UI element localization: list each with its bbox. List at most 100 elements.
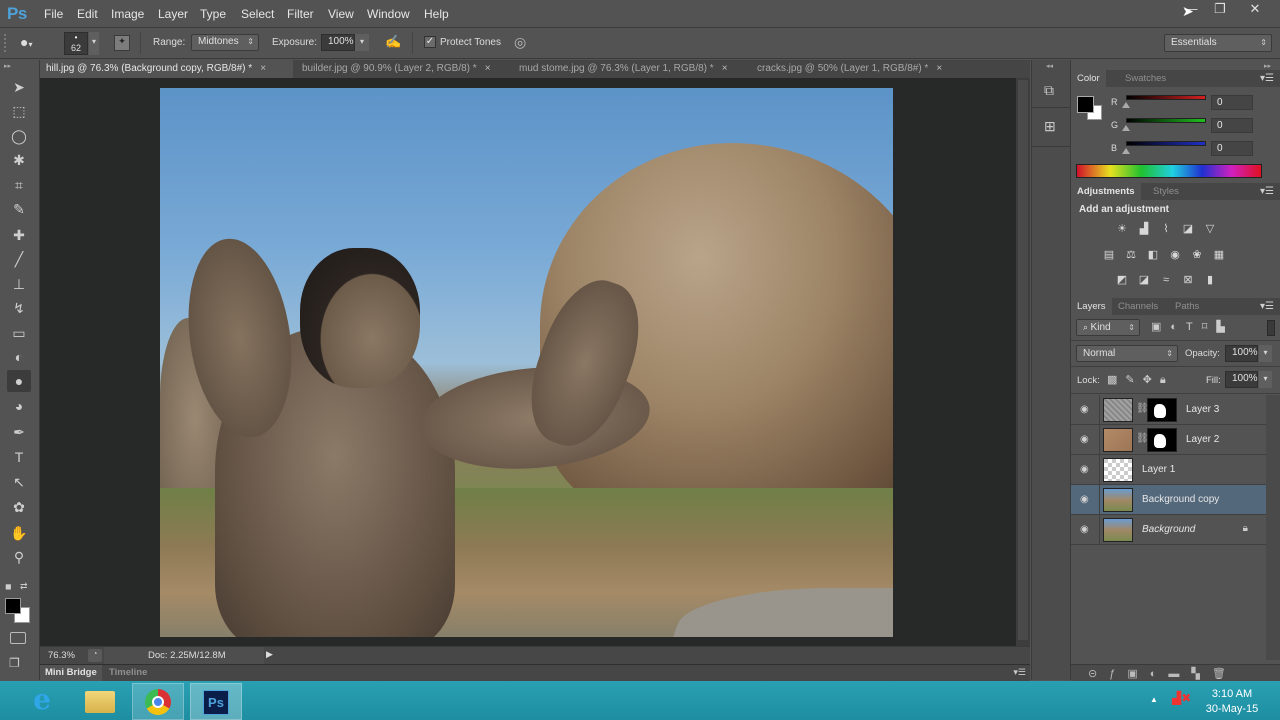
menu-select[interactable]: Select bbox=[241, 7, 274, 21]
filter-toggle[interactable] bbox=[1267, 320, 1275, 336]
adjustment-icon[interactable]: ◪ bbox=[1136, 273, 1152, 287]
move-tool-icon[interactable]: ➤ bbox=[7, 76, 31, 98]
adjustments-panel-menu-icon[interactable]: ▾☰ bbox=[1260, 183, 1274, 200]
layer-row[interactable]: ◉ Background copy bbox=[1071, 485, 1266, 515]
status-menu-arrow[interactable]: ▶ bbox=[266, 649, 273, 660]
adjustment-icon[interactable]: ▮ bbox=[1202, 273, 1218, 287]
tab-swatches[interactable]: Swatches bbox=[1119, 70, 1172, 87]
menu-image[interactable]: Image bbox=[111, 7, 144, 21]
photoshop-taskbar-icon[interactable]: Ps bbox=[190, 683, 242, 720]
layers-footer-icons[interactable]: ⊝ƒ▣◐▬▚🗑︎ bbox=[1088, 667, 1238, 680]
tab-adjustments[interactable]: Adjustments bbox=[1071, 183, 1141, 200]
layer-filter-icons[interactable]: ▣◐T⌑▙ bbox=[1151, 320, 1234, 333]
layers-scrollbar[interactable] bbox=[1266, 395, 1280, 660]
layer-mask-thumbnail[interactable] bbox=[1147, 398, 1177, 422]
fill-dropdown[interactable]: ▾ bbox=[1259, 371, 1272, 388]
adjustment-icon[interactable]: ◧ bbox=[1145, 248, 1161, 262]
layer-name[interactable]: Layer 3 bbox=[1186, 404, 1219, 415]
tab-mini-bridge[interactable]: Mini Bridge bbox=[40, 665, 102, 681]
layer-row[interactable]: ◉ Background 🔒︎ bbox=[1071, 515, 1266, 545]
custom-shape-tool-icon[interactable]: ✿ bbox=[7, 496, 31, 518]
show-hidden-icons[interactable]: ▲ bbox=[1150, 695, 1158, 704]
type-tool-icon[interactable]: T bbox=[7, 446, 31, 468]
tab-timeline[interactable]: Timeline bbox=[104, 665, 152, 681]
channel-g-value[interactable]: 0 bbox=[1211, 118, 1253, 133]
exposure-input[interactable]: 100% bbox=[321, 34, 355, 51]
layer-row[interactable]: ◉ ⛓ Layer 3 bbox=[1071, 395, 1266, 425]
layer-name[interactable]: Layer 1 bbox=[1142, 464, 1175, 475]
properties-panel-icon[interactable]: ⊞ bbox=[1044, 118, 1056, 135]
protect-tones-checkbox[interactable]: ✓ bbox=[424, 36, 436, 48]
workspace-switcher[interactable]: Essentials ⇕ bbox=[1164, 34, 1272, 52]
network-status-icon[interactable]: ▟✖ bbox=[1172, 691, 1191, 705]
adjustment-icon[interactable]: ▽ bbox=[1202, 222, 1218, 236]
internet-explorer-icon[interactable]: e bbox=[16, 683, 68, 720]
range-select[interactable]: Midtones ⇕ bbox=[191, 34, 259, 51]
channel-b-value[interactable]: 0 bbox=[1211, 141, 1253, 156]
pressure-size-icon[interactable]: ◎ bbox=[514, 34, 526, 51]
color-panel-menu-icon[interactable]: ▾☰ bbox=[1260, 70, 1274, 87]
adjustment-icon[interactable]: ❀ bbox=[1189, 248, 1205, 262]
swap-colors-icon[interactable]: ⇄ bbox=[20, 581, 28, 592]
brush-tool-icon[interactable]: ╱ bbox=[7, 248, 31, 270]
collapse-panels-icon[interactable]: ▸▸ bbox=[1264, 62, 1271, 70]
foreground-color-chip[interactable] bbox=[1077, 96, 1094, 113]
burn-tool-preset-icon[interactable]: ●▾ bbox=[20, 34, 32, 50]
visibility-eye-icon[interactable]: ◉ bbox=[1080, 464, 1089, 475]
channel-g-slider[interactable] bbox=[1126, 118, 1206, 123]
menu-help[interactable]: Help bbox=[424, 7, 449, 21]
marquee-tool-icon[interactable]: ⬚ bbox=[7, 100, 31, 122]
tab-layers[interactable]: Layers bbox=[1071, 298, 1112, 315]
restore-button[interactable]: ❐ bbox=[1203, 0, 1237, 20]
visibility-eye-icon[interactable]: ◉ bbox=[1080, 494, 1089, 505]
zoom-tool-icon[interactable]: ⚲ bbox=[7, 546, 31, 568]
adjustment-icon[interactable]: ◪ bbox=[1180, 222, 1196, 236]
menu-file[interactable]: File bbox=[44, 7, 63, 21]
tab-channels[interactable]: Channels bbox=[1112, 298, 1164, 315]
opacity-input[interactable]: 100% bbox=[1225, 345, 1258, 362]
menu-filter[interactable]: Filter bbox=[287, 7, 314, 21]
paint-bucket-tool-icon[interactable]: ◐ bbox=[7, 346, 31, 368]
tab-hill[interactable]: hill.jpg @ 76.3% (Background copy, RGB/8… bbox=[40, 60, 293, 78]
zoom-level[interactable]: 76.3% bbox=[48, 650, 75, 661]
adjustment-icon[interactable]: ☀ bbox=[1114, 222, 1130, 236]
exposure-dropdown[interactable]: ▾ bbox=[355, 34, 369, 51]
tab-paths[interactable]: Paths bbox=[1169, 298, 1205, 315]
menu-layer[interactable]: Layer bbox=[158, 7, 188, 21]
adjustment-icon[interactable]: ◉ bbox=[1167, 248, 1183, 262]
color-spectrum-bar[interactable] bbox=[1076, 164, 1262, 178]
dodge-tool-icon[interactable]: ◕ bbox=[7, 395, 31, 417]
close-tab-icon[interactable]: × bbox=[485, 63, 491, 74]
collapse-toolbar-icon[interactable]: ▸▸ bbox=[4, 62, 11, 70]
crop-tool-icon[interactable]: ⌗ bbox=[7, 174, 31, 196]
close-tab-icon[interactable]: × bbox=[936, 63, 942, 74]
adjustment-icon[interactable]: ▟ bbox=[1136, 222, 1152, 236]
tab-builder[interactable]: builder.jpg @ 90.9% (Layer 2, RGB/8) * × bbox=[296, 60, 497, 78]
opacity-dropdown[interactable]: ▾ bbox=[1259, 345, 1272, 362]
pen-tool-icon[interactable]: ✒ bbox=[7, 421, 31, 443]
hand-tool-icon[interactable]: ✋ bbox=[7, 522, 31, 544]
menu-type[interactable]: Type bbox=[200, 7, 226, 21]
tab-cracks[interactable]: cracks.jpg @ 50% (Layer 1, RGB/8#) * × bbox=[751, 60, 948, 78]
layer-row[interactable]: ◉ ⛓ Layer 2 bbox=[1071, 425, 1266, 455]
brush-size-dropdown[interactable]: ▾ bbox=[89, 32, 99, 55]
foreground-color-swatch[interactable] bbox=[5, 598, 21, 614]
close-button[interactable]: ✕ bbox=[1238, 0, 1272, 20]
history-panel-icon[interactable]: ⧉ bbox=[1044, 82, 1054, 99]
taskbar-clock[interactable]: 3:10 AM 30-May-15 bbox=[1197, 687, 1267, 717]
expand-dock-icon[interactable]: ◂◂ bbox=[1046, 62, 1053, 70]
quick-mask-icon[interactable] bbox=[10, 632, 26, 644]
menu-window[interactable]: Window bbox=[367, 7, 410, 21]
eyedropper-tool-icon[interactable]: ✎ bbox=[7, 198, 31, 220]
status-info-icon[interactable]: ◔ bbox=[88, 649, 102, 662]
visibility-eye-icon[interactable]: ◉ bbox=[1080, 434, 1089, 445]
adjustment-icon[interactable]: ⚖ bbox=[1123, 248, 1139, 262]
lock-options-icons[interactable]: ▩✎✥🔒︎ bbox=[1107, 373, 1174, 387]
menu-edit[interactable]: Edit bbox=[77, 7, 98, 21]
panel-menu-icon[interactable]: ▾☰ bbox=[1013, 667, 1026, 678]
scrollbar-thumb[interactable] bbox=[1018, 80, 1028, 640]
healing-brush-tool-icon[interactable]: ✚ bbox=[7, 224, 31, 246]
chrome-icon[interactable] bbox=[132, 683, 184, 720]
clone-stamp-tool-icon[interactable]: ⊥ bbox=[7, 273, 31, 295]
visibility-eye-icon[interactable]: ◉ bbox=[1080, 404, 1089, 415]
